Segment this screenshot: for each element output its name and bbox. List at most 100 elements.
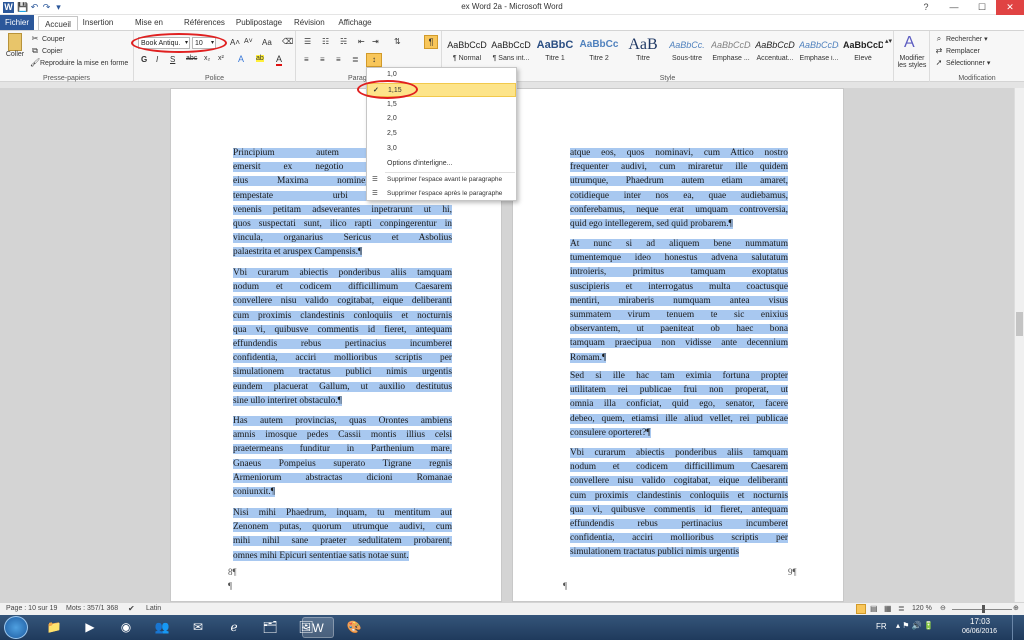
- underline-button[interactable]: S: [170, 55, 175, 64]
- change-case-button[interactable]: Aa: [262, 38, 272, 47]
- remove-space-after[interactable]: ☰ Supprimer l'espace après le paragraphe: [367, 187, 516, 201]
- increase-indent-icon[interactable]: ⇥: [372, 37, 379, 46]
- page-right-para-2[interactable]: At nunc si ad aliquem bene nummatum tumen…: [570, 237, 788, 365]
- paint-icon[interactable]: 🎨: [338, 617, 370, 638]
- text-line[interactable]: omnes mihi Epicuri sententiae satis nota…: [233, 549, 452, 563]
- text-line[interactable]: cum proximis clandestinis conloquiis et …: [233, 309, 452, 323]
- tab-insertion[interactable]: Insertion: [80, 15, 116, 30]
- proofing-icon[interactable]: ✔: [128, 604, 135, 613]
- font-color-button[interactable]: A: [276, 54, 283, 66]
- format-painter-button[interactable]: 🖌Reproduire la mise en forme: [30, 58, 128, 68]
- decrease-indent-icon[interactable]: ⇤: [358, 37, 365, 46]
- style-no-spacing[interactable]: AaBbCcD ¶ Sans int...: [490, 34, 532, 70]
- strikethrough-button[interactable]: abc: [186, 55, 197, 62]
- full-screen-icon[interactable]: ▤: [870, 604, 878, 613]
- text-line[interactable]: nodum et codicem difficillimum Caesarem: [233, 280, 452, 294]
- start-button[interactable]: [4, 616, 28, 639]
- subscript-button[interactable]: x₂: [204, 55, 210, 62]
- text-line[interactable]: quos suspectati sunt, ilico rapti conpin…: [233, 217, 452, 231]
- align-left-icon[interactable]: ≡: [304, 55, 309, 64]
- tab-affichage[interactable]: Affichage: [336, 15, 374, 30]
- media-player-icon[interactable]: ▶: [74, 617, 106, 638]
- tab-accueil[interactable]: Accueil: [38, 16, 78, 30]
- page-left-para-4[interactable]: Nisi mihi Phaedrum, inquam, tu mentitum …: [233, 506, 452, 563]
- text-line[interactable]: convellere nisu valido cogitabat, eique …: [233, 294, 452, 308]
- text-line[interactable]: debeo, quem, etiamsi ille aliud vellet, …: [570, 412, 788, 426]
- text-line[interactable]: cum proximis clandestinis conloquiis et …: [570, 489, 788, 503]
- help-button[interactable]: ?: [912, 0, 940, 15]
- text-line[interactable]: praetermeans funditur in Parthenium mare…: [233, 442, 452, 456]
- text-line[interactable]: simulationem tractatus publici nimis urg…: [233, 365, 452, 379]
- style-title[interactable]: AaB Titre: [622, 34, 664, 70]
- style-intense-emphasis[interactable]: AaBbCcDdEmphase i...: [798, 34, 840, 70]
- word-count[interactable]: Mots : 357/1 368: [66, 605, 118, 612]
- paste-button[interactable]: Coller: [4, 33, 26, 58]
- internet-explorer-icon[interactable]: ℯ: [218, 617, 250, 638]
- text-line[interactable]: introieris, primitus tamquam exoptatus: [570, 265, 788, 279]
- text-line[interactable]: nodum et codicem difficillimum Caesarem: [570, 460, 788, 474]
- show-desktop-button[interactable]: [1012, 615, 1024, 640]
- bullets-icon[interactable]: ☰: [304, 37, 311, 46]
- grow-font-button[interactable]: A˄: [230, 38, 240, 47]
- zoom-out-icon[interactable]: ⊖: [940, 604, 946, 612]
- text-line[interactable]: consulere oporteret?¶: [570, 426, 788, 440]
- copy-button[interactable]: ⧉ Copier: [30, 46, 62, 56]
- text-line[interactable]: coniunxit.¶: [233, 485, 452, 499]
- text-line[interactable]: suscipieris et interrogatus multa coactu…: [570, 280, 788, 294]
- text-line[interactable]: conferebamus, neque erat umquam controve…: [570, 203, 788, 217]
- maximize-button[interactable]: ☐: [968, 0, 996, 15]
- select-button[interactable]: ➚ Sélectionner ▾: [934, 58, 991, 68]
- text-line[interactable]: mihi nihil sane praeter sedulitatem prob…: [233, 534, 452, 548]
- text-line[interactable]: confidentia, acciri mollioribus scriptis…: [570, 531, 788, 545]
- zoom-in-icon[interactable]: ⊕: [1013, 604, 1019, 612]
- style-title1[interactable]: AaBbC Titre 1: [534, 34, 576, 70]
- align-center-icon[interactable]: ≡: [320, 55, 325, 64]
- tab-mise-en-page[interactable]: Mise en page: [126, 15, 172, 42]
- scroll-thumb[interactable]: [1016, 312, 1023, 336]
- style-title2[interactable]: AaBbCc Titre 2: [578, 34, 620, 70]
- page-left-para-3[interactable]: Has autem provincias, quas Orontes ambie…: [233, 414, 452, 499]
- text-line[interactable]: effundendis rebus pertinacius incumberet: [233, 337, 452, 351]
- tab-revision[interactable]: Révision: [294, 15, 325, 30]
- text-line[interactable]: utilitatem rei publicae frui non propera…: [570, 383, 788, 397]
- text-line[interactable]: Gnaeus Pompeius superato Tigrane regnis: [233, 457, 452, 471]
- text-line[interactable]: Has autem provincias, quas Orontes ambie…: [233, 414, 452, 428]
- text-line[interactable]: vincula, organarius Sericus et Asbolius: [233, 231, 452, 245]
- input-language[interactable]: FR: [876, 622, 887, 631]
- text-line[interactable]: quid ego intellegerem, sed quid probarem…: [570, 217, 788, 231]
- style-subtitle[interactable]: AaBbCc. Sous-titre: [666, 34, 708, 70]
- text-line[interactable]: venenis petitam adseverantes inpetrarunt…: [233, 203, 452, 217]
- text-line[interactable]: cotidieque inter nos ea, quae audiebamus…: [570, 189, 788, 203]
- page-right-para-1[interactable]: atque eos, quos nominavi, cum Attico nos…: [570, 146, 788, 231]
- text-line[interactable]: omnia illa conficiat, quid ego, senator,…: [570, 397, 788, 411]
- text-line[interactable]: convellere nisu valido cogitabat, eique …: [570, 474, 788, 488]
- text-line[interactable]: atque eos, quos nominavi, cum Attico nos…: [570, 146, 788, 160]
- superscript-button[interactable]: x²: [218, 55, 224, 62]
- tab-fichier[interactable]: Fichier: [0, 15, 34, 30]
- tab-publipostage[interactable]: Publipostage: [234, 15, 284, 30]
- text-line[interactable]: Zenonem putas, quorum utrumque audivi, c…: [233, 520, 452, 534]
- change-styles-button[interactable]: A Modifier les styles: [894, 31, 930, 83]
- text-line[interactable]: frequenter audivi, cum miraretur ille qu…: [570, 160, 788, 174]
- text-line[interactable]: Armeniorum abstractas dicioni Romanae: [233, 471, 452, 485]
- text-line[interactable]: utrumque, Phaedrum autem etiam amaret,: [570, 174, 788, 188]
- align-right-icon[interactable]: ≡: [336, 55, 341, 64]
- style-strong[interactable]: AaBbCcD Élevé: [842, 34, 884, 70]
- text-line[interactable]: effundendis rebus pertinacius incumberet: [570, 517, 788, 531]
- zoom-slider-handle[interactable]: [982, 605, 985, 613]
- remove-space-before[interactable]: ☰ Supprimer l'espace avant le paragraphe: [367, 173, 516, 187]
- text-line[interactable]: simulationem tractatus publici nimis urg…: [570, 545, 788, 559]
- styles-scroll-icon[interactable]: ▴▾: [885, 37, 892, 45]
- chrome-icon[interactable]: ◉: [110, 617, 142, 638]
- page-left-para-2[interactable]: Vbi curarum abiectis ponderibus aliis ta…: [233, 266, 452, 408]
- language[interactable]: Latin: [146, 605, 161, 612]
- style-accent[interactable]: AaBbCcD Accentuat...: [754, 34, 796, 70]
- text-line[interactable]: summatem virum tenuem te sic enixius: [570, 308, 788, 322]
- page-count[interactable]: Page : 10 sur 19: [6, 605, 57, 612]
- web-layout-icon[interactable]: ▦: [884, 604, 892, 613]
- text-line[interactable]: palaestrita et aruspex Campensis.¶: [233, 245, 452, 259]
- word-taskbar-icon[interactable]: W: [302, 617, 334, 638]
- text-line[interactable]: qua vi, quibusve commentis id fieret, an…: [233, 323, 452, 337]
- page-right-para-4[interactable]: Vbi curarum abiectis ponderibus aliis ta…: [570, 446, 788, 560]
- text-line[interactable]: confidentia, acciri mollioribus scriptis…: [233, 351, 452, 365]
